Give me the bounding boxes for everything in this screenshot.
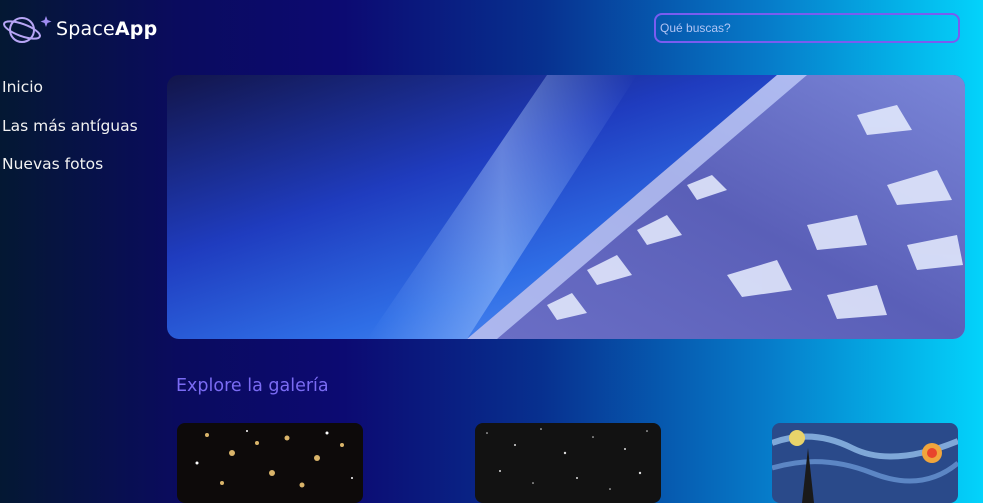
galaxy-cluster-photo — [177, 423, 363, 503]
gallery-thumbnail[interactable] — [772, 423, 958, 503]
gallery-title: Explore la galería — [176, 376, 329, 396]
sidebar-item-inicio[interactable]: Inicio — [2, 76, 138, 115]
gallery-thumbnail[interactable] — [177, 423, 363, 503]
sidebar-item-nuevas-fotos[interactable]: Nuevas fotos — [2, 153, 138, 192]
brand-logo[interactable]: SpaceApp — [2, 12, 157, 46]
brand-name: SpaceApp — [56, 18, 158, 40]
planet-logo-icon — [3, 16, 52, 43]
starry-night-painting — [772, 423, 958, 503]
star-field-photo — [475, 423, 661, 503]
sidebar-nav: Inicio Las más antíguas Nuevas fotos — [2, 76, 138, 192]
earth-from-space-banner — [167, 75, 965, 339]
search-input[interactable] — [654, 13, 960, 43]
gallery-thumbnail[interactable] — [475, 423, 661, 503]
sidebar-item-mas-antiguas[interactable]: Las más antíguas — [2, 115, 138, 154]
